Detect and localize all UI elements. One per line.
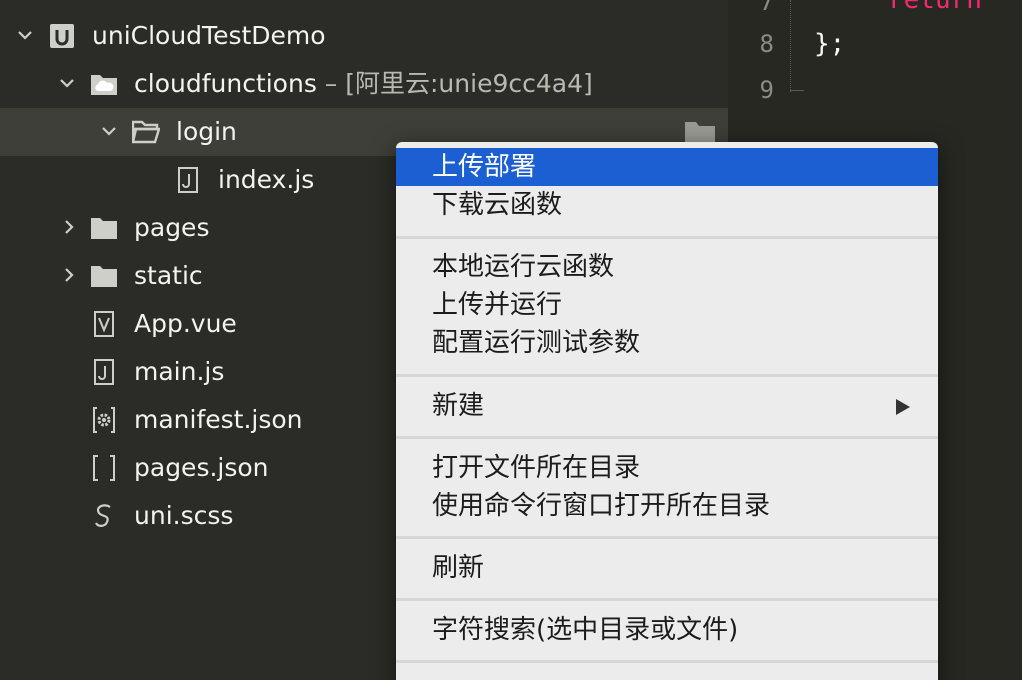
code-line[interactable]: return <box>888 0 982 16</box>
menu-item-label: 新建 <box>432 391 485 421</box>
tree-item-label: manifest.json <box>134 405 303 434</box>
tree-item-label: uniCloudTestDemo <box>92 21 326 50</box>
menu-item-label: 上传并运行 <box>432 290 563 320</box>
tree-item-label: static <box>134 261 203 290</box>
menu-item-search-chars[interactable]: 字符搜索(选中目录或文件) <box>396 611 938 649</box>
tree-item-label: login <box>176 117 237 146</box>
chevron-right-icon[interactable] <box>60 218 78 236</box>
vue-file-icon <box>94 311 114 337</box>
menu-item-label: 本地运行云函数 <box>432 252 615 282</box>
indent-guide <box>790 0 792 92</box>
scss-file-icon <box>95 504 111 527</box>
manifest-gear-icon <box>93 407 115 433</box>
tree-item-label: uni.scss <box>134 501 234 530</box>
js-file-icon <box>94 359 114 385</box>
indent-guide <box>790 90 804 91</box>
cloud-provider-tag: – [阿里云:unie9cc4a4] <box>316 69 593 98</box>
context-menu: 上传部署 下载云函数 本地运行云函数 上传并运行 配置运行测试参数 新建 打开文… <box>396 142 938 680</box>
menu-separator <box>396 374 938 377</box>
menu-item-label: 上传部署 <box>432 152 537 182</box>
menu-item-download-cloud-function[interactable]: 下载云函数 <box>396 186 938 224</box>
tree-item-label: cloudfunctions – [阿里云:unie9cc4a4] <box>134 68 593 100</box>
cloud-folder-icon <box>91 75 117 95</box>
submenu-arrow-icon <box>896 399 910 415</box>
tree-item-label: App.vue <box>134 309 237 338</box>
folder-icon <box>91 218 117 239</box>
menu-item-upload-deploy[interactable]: 上传部署 <box>396 148 938 186</box>
menu-item-upload-and-run[interactable]: 上传并运行 <box>396 286 938 324</box>
hbuilderx-window: uniCloudTestDemo cloudfunctions – [阿里云:u… <box>0 0 1022 680</box>
menu-separator <box>396 536 938 539</box>
menu-item-label: 使用命令行窗口打开所在目录 <box>432 491 771 521</box>
menu-item-label: 字符搜索(选中目录或文件) <box>432 615 739 645</box>
json-brackets-icon <box>93 455 115 481</box>
tree-item-label: pages <box>134 213 210 242</box>
chevron-right-icon[interactable] <box>60 266 78 284</box>
project-icon <box>50 24 74 48</box>
tree-item-cloudfunctions[interactable]: cloudfunctions – [阿里云:unie9cc4a4] <box>0 60 728 108</box>
line-number: 8 <box>759 30 774 58</box>
tree-item-project-root[interactable]: uniCloudTestDemo <box>0 12 728 60</box>
menu-item-refresh[interactable]: 刷新 <box>396 549 938 587</box>
tree-item-label: index.js <box>218 165 315 194</box>
tree-item-label: main.js <box>134 357 225 386</box>
chevron-down-icon[interactable] <box>58 74 76 92</box>
tree-item-label: pages.json <box>134 453 269 482</box>
menu-separator <box>396 436 938 439</box>
menu-item-run-locally[interactable]: 本地运行云函数 <box>396 248 938 286</box>
menu-item-open-in-finder[interactable]: 打开文件所在目录 <box>396 449 938 487</box>
code-line[interactable]: }; <box>814 28 845 60</box>
menu-item-label: 刷新 <box>432 553 485 583</box>
menu-item-label: 配置运行测试参数 <box>432 328 641 358</box>
menu-item-label: 下载云函数 <box>432 190 563 220</box>
folder-icon <box>91 266 117 287</box>
line-number: 7 <box>759 0 774 16</box>
menu-separator <box>396 236 938 239</box>
menu-item-label: 打开文件所在目录 <box>432 453 641 483</box>
js-file-icon <box>178 167 198 193</box>
menu-item-configure-test-params[interactable]: 配置运行测试参数 <box>396 324 938 362</box>
folder-open-icon <box>132 120 160 144</box>
menu-item-new[interactable]: 新建 <box>396 387 938 425</box>
chevron-down-icon[interactable] <box>100 122 118 140</box>
menu-separator <box>396 660 938 663</box>
chevron-down-icon[interactable] <box>16 26 34 44</box>
line-number: 9 <box>759 76 774 104</box>
menu-item-open-in-terminal[interactable]: 使用命令行窗口打开所在目录 <box>396 487 938 525</box>
menu-separator <box>396 598 938 601</box>
folder-name: cloudfunctions <box>134 69 317 98</box>
